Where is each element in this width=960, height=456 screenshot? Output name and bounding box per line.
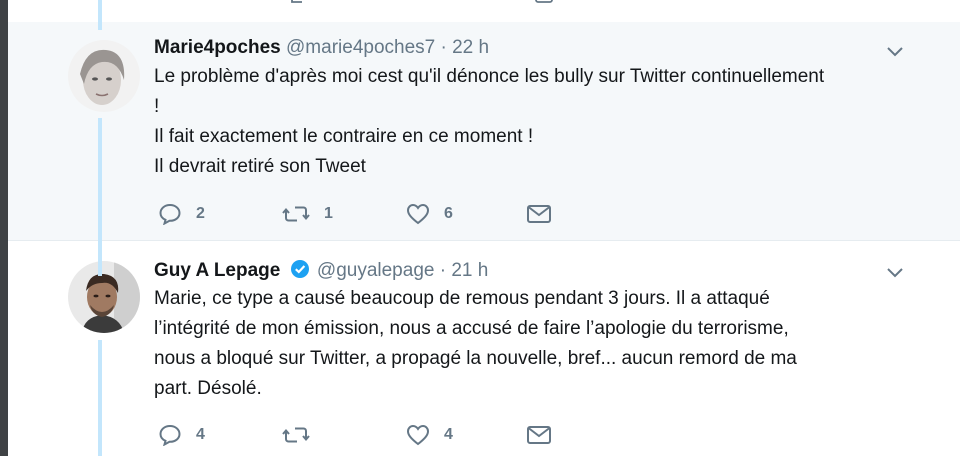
- tweet-header: Guy A Lepage @guyalepage · 21 h: [154, 259, 488, 283]
- chevron-down-icon[interactable]: [886, 46, 904, 58]
- tweet-header: Marie4poches @marie4poches7 · 22 h: [154, 36, 489, 60]
- verified-icon: [290, 260, 309, 278]
- tweet-text-line: nous a bloqué sur Twitter, a propagé la …: [154, 348, 797, 369]
- tweet-text-line: Il fait exactement le contraire en ce mo…: [154, 126, 534, 147]
- display-name[interactable]: Guy A Lepage: [154, 260, 280, 281]
- display-name[interactable]: Marie4poches: [154, 37, 281, 58]
- retweet-icon: [282, 427, 310, 443]
- direct-message-button[interactable]: [526, 421, 552, 449]
- username[interactable]: @guyalepage: [317, 260, 435, 281]
- username[interactable]: @marie4poches7: [286, 37, 435, 58]
- like-icon: [406, 203, 430, 225]
- reply-icon: [159, 203, 181, 225]
- reply-button[interactable]: 4: [158, 421, 205, 449]
- tweet-text-line: l’intégrité de mon émission, nous a accu…: [154, 318, 789, 339]
- retweet-button[interactable]: 1: [282, 200, 333, 228]
- tweet-text-line: Le problème d'après moi cest qu'il dénon…: [154, 66, 825, 87]
- separator-dot: ·: [440, 37, 447, 58]
- like-count: 6: [444, 205, 453, 222]
- avatar[interactable]: [68, 40, 140, 112]
- reply-button[interactable]: 2: [158, 200, 205, 228]
- previous-tweet-actions: [8, 0, 960, 23]
- window-edge: [0, 0, 8, 456]
- like-count: 4: [444, 426, 453, 443]
- like-button[interactable]: 6: [406, 200, 453, 228]
- direct-message-button[interactable]: [526, 200, 552, 228]
- reply-count: 4: [196, 426, 205, 443]
- thread-connector: [98, 0, 102, 30]
- retweet-icon[interactable]: [290, 0, 308, 4]
- reply-icon: [159, 424, 181, 446]
- timestamp[interactable]: 21 h: [451, 260, 488, 281]
- message-icon[interactable]: [535, 0, 553, 4]
- tweet-marie4poches[interactable]: Marie4poches @marie4poches7 · 22 h Le pr…: [8, 22, 960, 241]
- reply-count: 2: [196, 205, 205, 222]
- thread-connector: [98, 118, 102, 276]
- tweet-text-line: Il devrait retiré son Tweet: [154, 156, 366, 177]
- retweet-button[interactable]: [282, 421, 324, 449]
- thread-connector: [98, 340, 102, 456]
- message-icon: [527, 205, 551, 223]
- avatar[interactable]: [68, 261, 140, 333]
- separator-dot: ·: [439, 260, 447, 281]
- retweet-count: 1: [324, 205, 333, 222]
- message-icon: [527, 426, 551, 444]
- tweet-guyalepage[interactable]: Guy A Lepage @guyalepage · 21 h Marie, c…: [8, 241, 960, 456]
- tweet-text: Le problème d'après moi cest qu'il dénon…: [154, 62, 924, 182]
- like-icon: [406, 424, 430, 446]
- chevron-down-icon[interactable]: [886, 267, 904, 279]
- tweet-text-line: Marie, ce type a causé beaucoup de remou…: [154, 288, 770, 309]
- like-button[interactable]: 4: [406, 421, 453, 449]
- timestamp[interactable]: 22 h: [452, 37, 489, 58]
- tweet-text-line: !: [154, 96, 160, 117]
- tweet-text-line: part. Désolé.: [154, 378, 262, 399]
- retweet-icon: [282, 206, 310, 222]
- tweet-text: Marie, ce type a causé beaucoup de remou…: [154, 284, 924, 404]
